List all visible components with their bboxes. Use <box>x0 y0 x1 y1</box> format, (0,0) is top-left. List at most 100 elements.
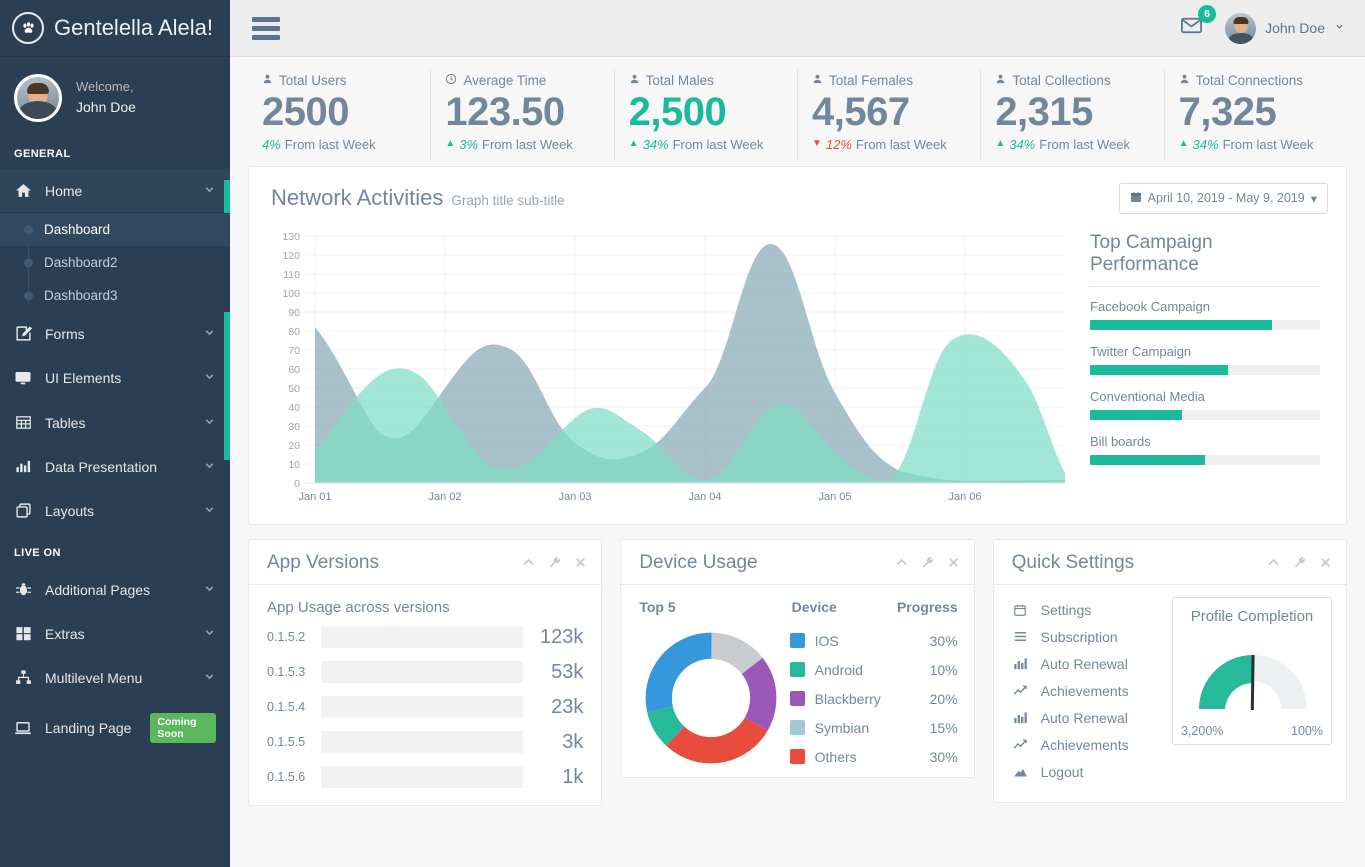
sidebar-item-extras[interactable]: Extras <box>0 612 230 656</box>
wrench-icon[interactable] <box>1293 556 1307 570</box>
tile-total-males: Total Males 2,500 ▲ 34% From last Week <box>614 69 797 160</box>
sidebar-link-extras[interactable]: Extras <box>0 612 230 656</box>
sidebar-item-forms[interactable]: Forms <box>0 312 230 356</box>
sidebar-item-ui-elements[interactable]: UI Elements <box>0 356 230 401</box>
svg-text:40: 40 <box>288 402 300 414</box>
legend-swatch <box>790 633 805 648</box>
network-area-chart: 130120110 1009080 706050 403020 100 <box>263 224 1068 518</box>
legend-value: 30% <box>914 633 958 649</box>
area-chart-svg: 130120110 1009080 706050 403020 100 <box>267 228 1067 513</box>
bar-chart-icon <box>14 458 32 475</box>
network-activities-panel: Network Activities Graph title sub-title… <box>248 166 1347 525</box>
wrench-icon[interactable] <box>548 556 562 570</box>
gauge-chart-svg <box>1181 627 1325 717</box>
tile-label: Total Collections <box>1012 73 1110 88</box>
sidebar-link-landing-page[interactable]: Landing Page Coming Soon <box>0 700 230 757</box>
user-icon <box>1179 73 1190 88</box>
svg-text:100: 100 <box>282 288 300 300</box>
progress-bar <box>1090 320 1320 330</box>
user-icon <box>262 73 273 88</box>
progress-bar <box>1090 455 1320 465</box>
chevron-down-icon <box>203 626 216 642</box>
tile-sub-label: From last Week <box>673 137 764 152</box>
tile-sub-label: From last Week <box>482 137 573 152</box>
device-usage-header: Top 5 Device Progress <box>639 599 957 623</box>
layers-icon <box>14 502 32 519</box>
quick-settings-panel: Quick Settings <box>993 539 1347 803</box>
quick-setting-settings[interactable]: Settings <box>1010 597 1166 624</box>
wrench-icon[interactable] <box>921 556 935 570</box>
sidebar-item-landing-page[interactable]: Landing Page Coming Soon <box>0 700 230 757</box>
tile-total-collections: Total Collections 2,315 ▲ 34% From last … <box>980 69 1163 160</box>
tile-value: 2,315 <box>995 88 1151 137</box>
tile-label: Total Connections <box>1196 73 1303 88</box>
sidebar-link-tables[interactable]: Tables <box>0 401 230 445</box>
sidebar-item-layouts[interactable]: Layouts <box>0 489 230 533</box>
close-icon[interactable] <box>1319 556 1332 569</box>
legend-label: Others <box>815 749 914 765</box>
sidebar-item-additional-pages[interactable]: Additional Pages <box>0 568 230 612</box>
sidebar-link-forms[interactable]: Forms <box>0 312 230 356</box>
home-icon <box>14 182 32 199</box>
sidebar-link-ui-elements[interactable]: UI Elements <box>0 356 230 401</box>
sidebar-label-layouts: Layouts <box>45 503 190 519</box>
sidebar-label-multilevel-menu: Multilevel Menu <box>45 670 190 686</box>
sidebar-link-additional-pages[interactable]: Additional Pages <box>0 568 230 612</box>
user-icon <box>812 73 823 88</box>
campaign-name: Facebook Campaign <box>1090 299 1320 314</box>
quick-setting-auto-renewal-1[interactable]: Auto Renewal <box>1010 651 1166 678</box>
chevron-up-icon[interactable] <box>894 555 909 570</box>
chevron-up-icon[interactable] <box>521 555 536 570</box>
tile-sub-label: From last Week <box>1223 137 1314 152</box>
quick-setting-achievements-1[interactable]: Achievements <box>1010 678 1166 705</box>
quick-setting-subscription[interactable]: Subscription <box>1010 624 1166 651</box>
quick-setting-auto-renewal-2[interactable]: Auto Renewal <box>1010 705 1166 732</box>
sidebar-item-home[interactable]: Home Dashboard Dashboard2 Dashboard3 <box>0 169 230 312</box>
sidebar-link-home[interactable]: Home <box>0 169 230 213</box>
sidebar-item-dashboard3[interactable]: Dashboard3 <box>0 279 230 312</box>
top-navbar: 6 John Doe <box>230 0 1365 57</box>
sidebar-item-data-presentation[interactable]: Data Presentation <box>0 445 230 489</box>
welcome-label: Welcome, <box>76 77 136 97</box>
column-progress: Progress <box>896 599 958 615</box>
page-content: Total Users 2500 4% From last Week Avera… <box>230 57 1365 867</box>
sitemap-icon <box>14 669 32 686</box>
date-range-picker[interactable]: April 10, 2019 - May 9, 2019 ▾ <box>1119 183 1328 214</box>
chevron-down-icon <box>203 503 216 519</box>
progress-bar <box>1090 410 1320 420</box>
clock-icon <box>445 73 457 88</box>
avatar <box>1225 13 1256 44</box>
sidebar-item-multilevel-menu[interactable]: Multilevel Menu <box>0 656 230 700</box>
sidebar-item-dashboard2[interactable]: Dashboard2 <box>0 246 230 279</box>
sidebar-item-dashboard[interactable]: Dashboard <box>0 213 230 246</box>
divider <box>1090 286 1320 287</box>
arrow-up-icon: ▲ <box>445 139 455 149</box>
quick-setting-logout[interactable]: Logout <box>1010 759 1166 786</box>
close-icon[interactable] <box>947 556 960 569</box>
sidebar-label-data-presentation: Data Presentation <box>45 459 190 475</box>
campaign-item: Conventional Media <box>1090 389 1320 420</box>
usage-value: 123k <box>535 626 583 649</box>
quick-setting-achievements-2[interactable]: Achievements <box>1010 732 1166 759</box>
version-label: 0.1.5.3 <box>267 665 309 679</box>
version-label: 0.1.5.6 <box>267 770 309 784</box>
hamburger-icon[interactable] <box>248 13 284 44</box>
sidebar-link-multilevel-menu[interactable]: Multilevel Menu <box>0 656 230 700</box>
brand[interactable]: Gentelella Alela! <box>0 0 230 57</box>
user-menu[interactable]: John Doe <box>1225 13 1345 44</box>
close-icon[interactable] <box>574 556 587 569</box>
chevron-up-icon[interactable] <box>1266 555 1281 570</box>
sidebar-link-layouts[interactable]: Layouts <box>0 489 230 533</box>
usage-value: 3k <box>535 731 583 754</box>
messages-button[interactable]: 6 <box>1176 10 1207 46</box>
campaign-title: Top Campaign Performance <box>1090 232 1320 286</box>
svg-text:70: 70 <box>288 345 300 357</box>
sidebar-link-data-presentation[interactable]: Data Presentation <box>0 445 230 489</box>
panel-title: Quick Settings <box>1012 552 1135 574</box>
column-top5: Top 5 <box>639 599 791 615</box>
usage-bar <box>321 661 523 683</box>
tile-percent: 34% <box>1193 137 1219 152</box>
sidebar-section-general: GENERAL <box>0 134 230 169</box>
legend-value: 20% <box>914 691 958 707</box>
sidebar-item-tables[interactable]: Tables <box>0 401 230 445</box>
